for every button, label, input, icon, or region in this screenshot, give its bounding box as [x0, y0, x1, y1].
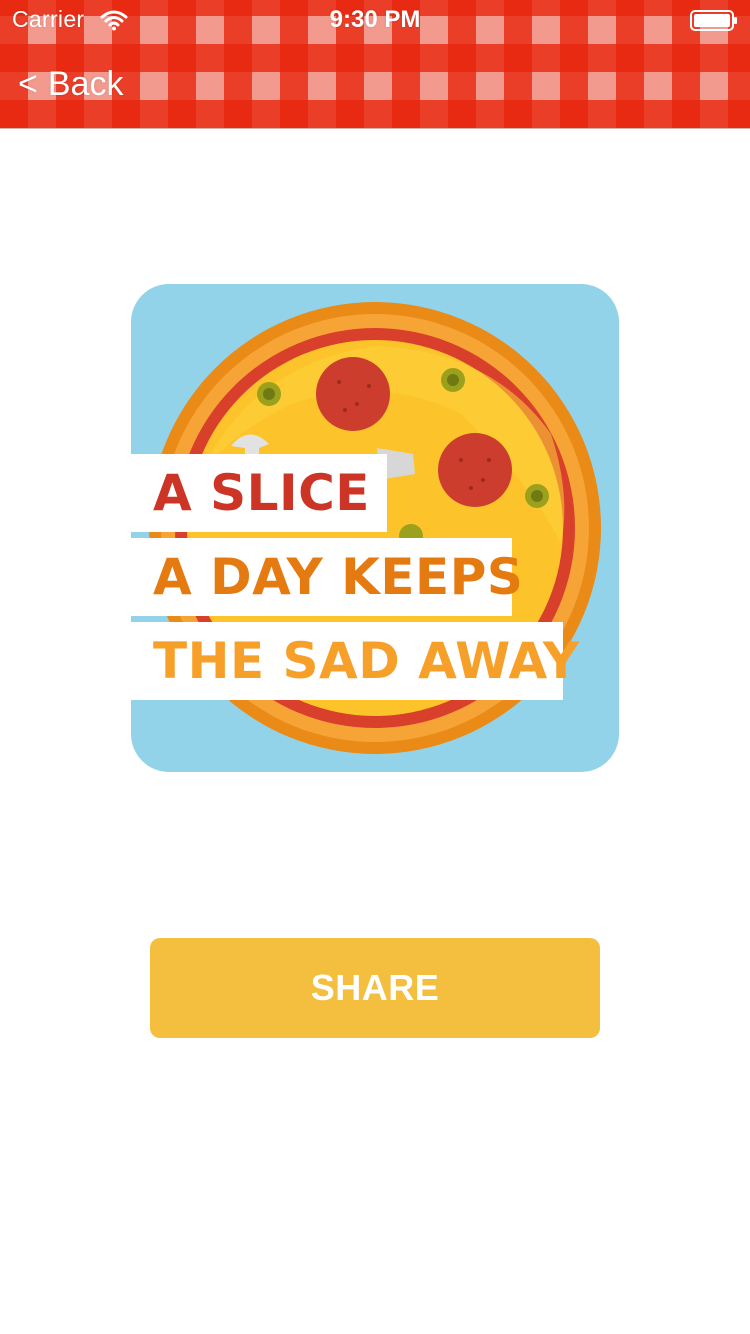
quote-line-3: THE SAD AWAY: [131, 622, 579, 700]
status-time: 9:30 PM: [329, 6, 421, 33]
back-chevron-icon: <: [18, 64, 38, 103]
quote-line-1: A SLICE: [131, 454, 387, 532]
quote-card: A SLICE A DAY KEEPS THE SAD AWAY: [131, 284, 619, 772]
screen: Carrier 9:30 PM < Back A SLICE A DAY KEE…: [0, 0, 750, 1334]
share-button[interactable]: SHARE: [150, 938, 600, 1038]
navigation-bar: < Back: [0, 40, 750, 128]
gingham-header: Carrier 9:30 PM < Back: [0, 0, 750, 129]
status-bar: Carrier 9:30 PM: [0, 0, 750, 40]
battery-icon: [690, 10, 737, 31]
back-button[interactable]: < Back: [18, 62, 123, 106]
quote-line-2: A DAY KEEPS: [131, 538, 523, 616]
back-label: Back: [47, 64, 124, 103]
